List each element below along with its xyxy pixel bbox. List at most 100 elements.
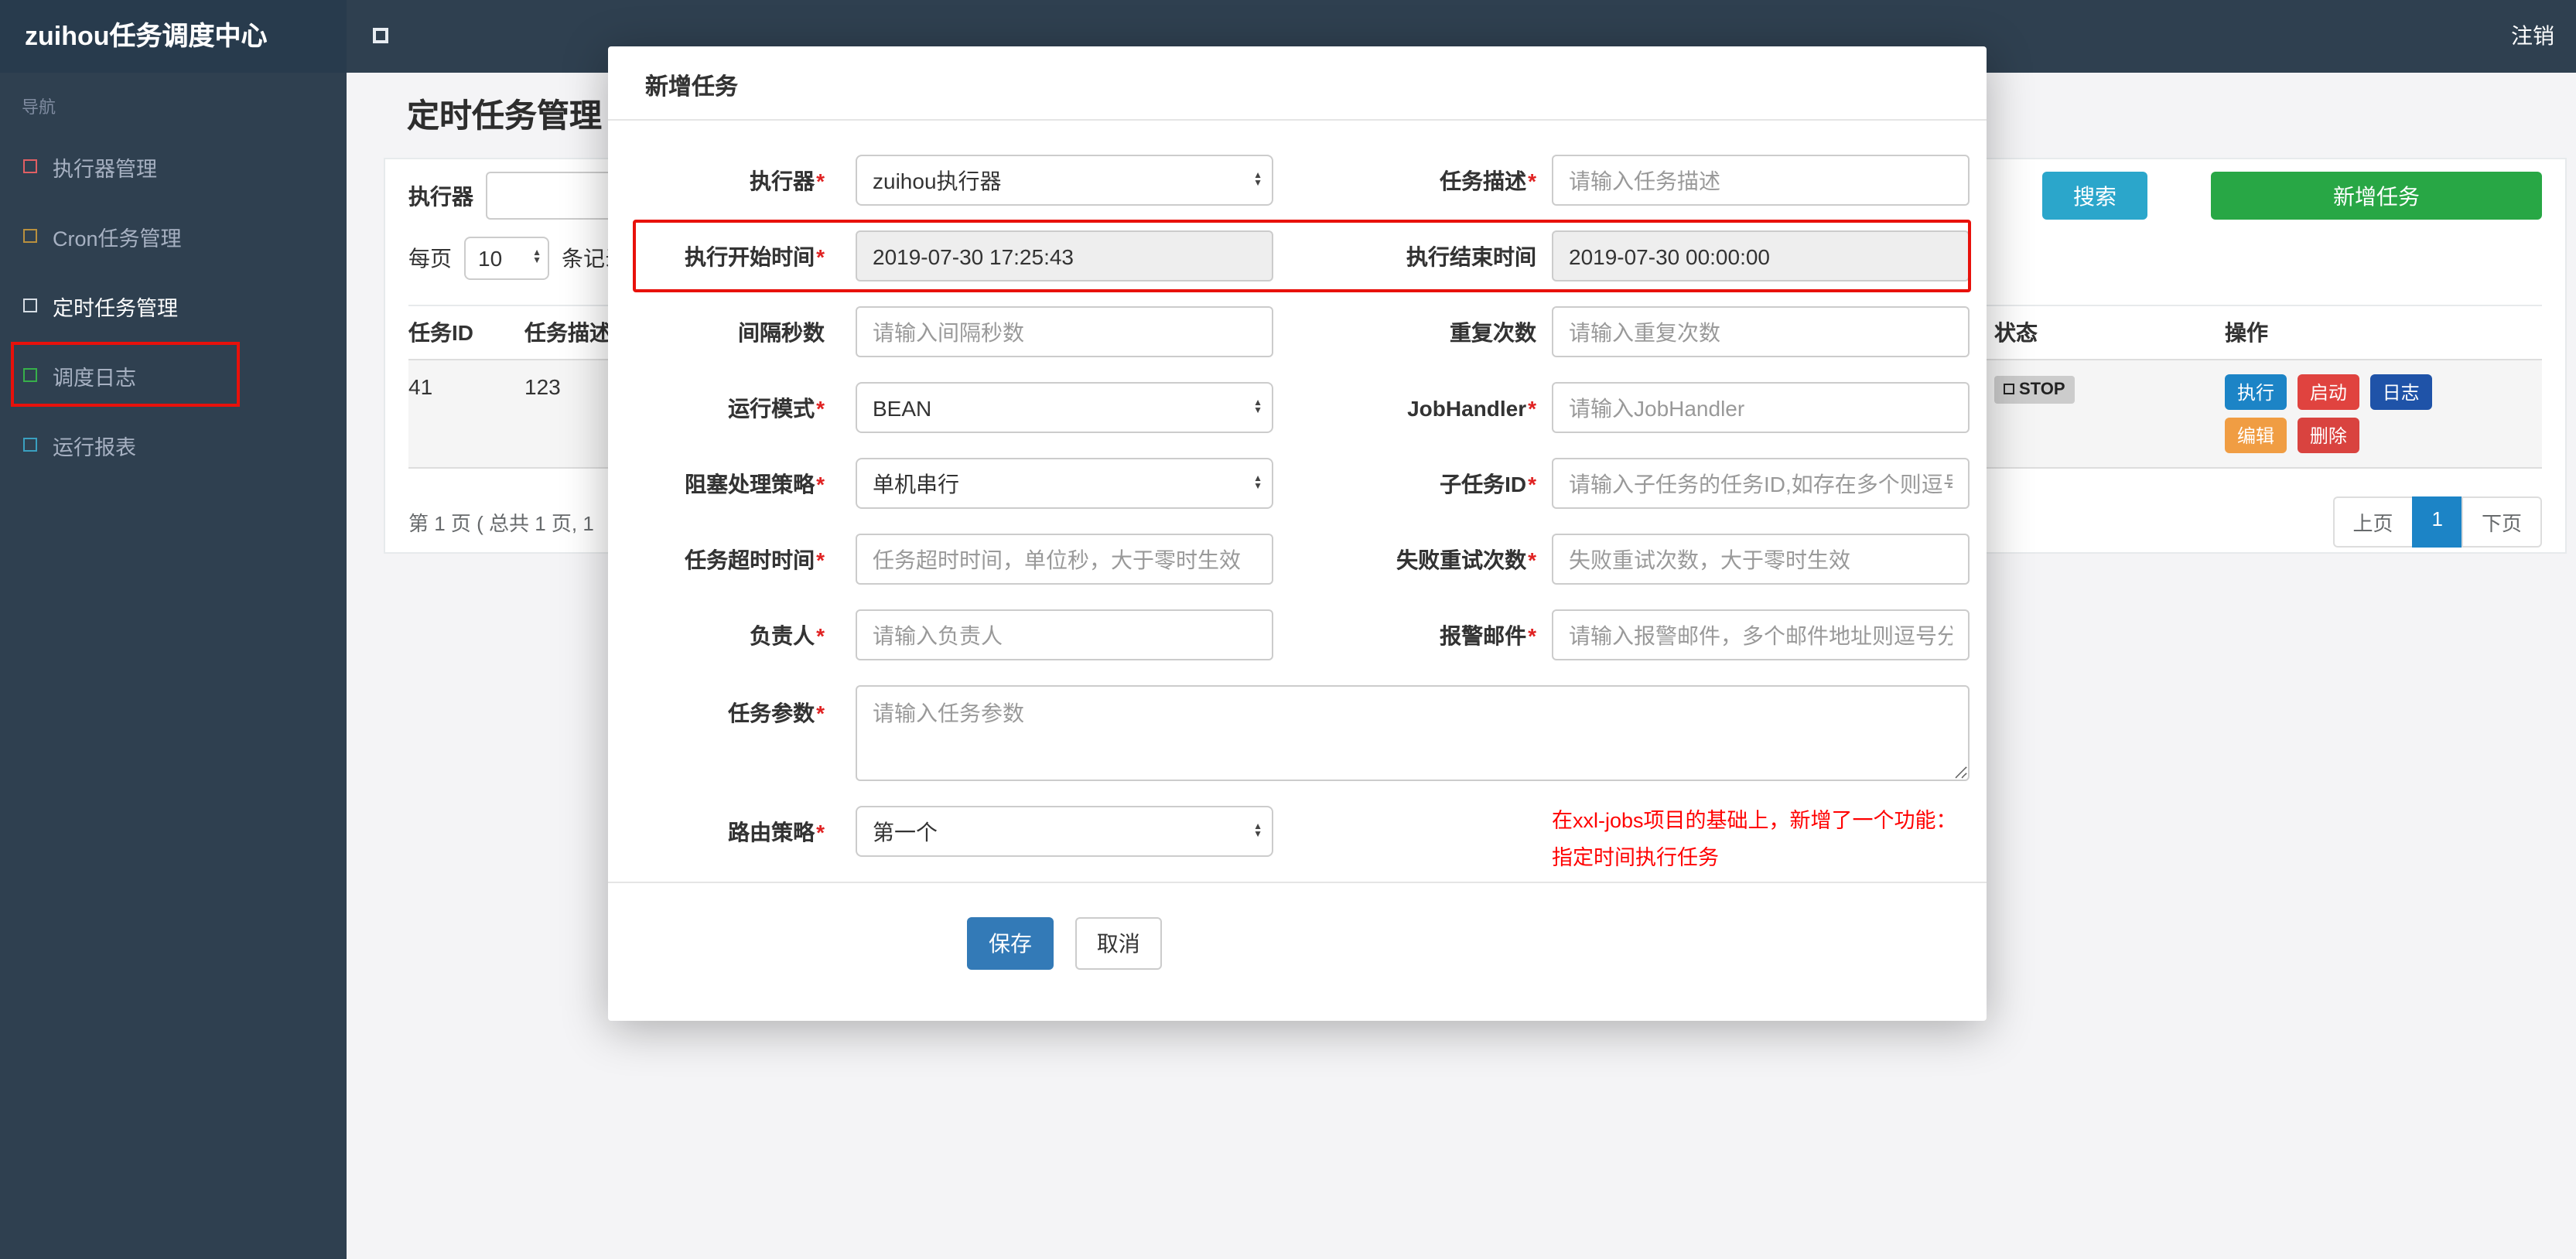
required-asterisk: * — [816, 547, 825, 571]
next-page-button[interactable]: 下页 — [2461, 496, 2542, 548]
app-window: zuihou任务调度中心 注销 导航 执行器管理 Cron任务管理 定时任务管理… — [0, 0, 2576, 1259]
edit-button[interactable]: 编辑 — [2225, 418, 2287, 453]
jobhandler-input[interactable] — [1552, 382, 1970, 433]
required-asterisk: * — [816, 395, 825, 420]
route-strategy-label: 路由策略 * — [728, 819, 825, 844]
chevron-down-icon: ▼ — [532, 256, 542, 265]
interval-seconds-input[interactable] — [856, 306, 1273, 357]
sidebar-item-label: 调度日志 — [53, 366, 136, 389]
chevron-down-icon: ▼ — [1253, 830, 1262, 839]
header-task-id: 任务ID — [408, 305, 524, 360]
task-params-textarea[interactable] — [856, 685, 1970, 781]
exec-end-time-label: 执行结束时间 — [1406, 244, 1536, 268]
sidebar-item-run-report[interactable]: 运行报表 — [0, 410, 347, 479]
jobhandler-label: JobHandler * — [1407, 395, 1536, 420]
required-asterisk: * — [1528, 623, 1536, 647]
select-arrows-icon: ▲ ▼ — [532, 248, 542, 265]
sidebar-item-label: Cron任务管理 — [53, 227, 182, 250]
form-row-interval-repeat: 间隔秒数 重复次数 — [608, 306, 1987, 357]
save-button[interactable]: 保存 — [967, 917, 1054, 970]
task-timeout-input[interactable] — [856, 534, 1273, 585]
exec-start-time-input[interactable] — [856, 230, 1273, 281]
pagination: 上页 1 下页 — [2332, 496, 2542, 548]
square-icon — [23, 159, 37, 173]
chevron-down-icon: ▼ — [1253, 482, 1262, 491]
required-asterisk: * — [1528, 547, 1536, 571]
sidebar-item-scheduled-task-management[interactable]: 定时任务管理 — [0, 271, 347, 340]
select-arrows-icon: ▲ ▼ — [1253, 822, 1262, 839]
run-button[interactable]: 执行 — [2225, 374, 2287, 410]
required-asterisk: * — [816, 623, 825, 647]
chevron-down-icon: ▼ — [1253, 179, 1262, 188]
required-asterisk: * — [1528, 395, 1536, 420]
per-page-select[interactable]: 10 ▲ ▼ — [464, 236, 549, 279]
retry-count-label: 失败重试次数 * — [1396, 547, 1536, 571]
executor-select[interactable]: zuihou执行器 ▲ ▼ — [856, 155, 1273, 206]
task-desc-label: 任务描述 * — [1440, 168, 1536, 193]
select-arrows-icon: ▲ ▼ — [1253, 398, 1262, 415]
pagination-summary: 第 1 页 ( 总共 1 页, 1 — [408, 512, 594, 535]
prev-page-button[interactable]: 上页 — [2332, 496, 2414, 548]
alarm-email-label: 报警邮件 * — [1440, 623, 1536, 647]
search-button[interactable]: 搜索 — [2042, 172, 2147, 220]
sidebar-item-executor-management[interactable]: 执行器管理 — [0, 131, 347, 201]
required-asterisk: * — [816, 244, 825, 268]
sidebar-item-label: 定时任务管理 — [53, 296, 178, 319]
sidebar-item-cron-task-management[interactable]: Cron任务管理 — [0, 201, 347, 271]
start-button[interactable]: 启动 — [2297, 374, 2359, 410]
required-asterisk: * — [1528, 471, 1536, 496]
status-badge-label: STOP — [2019, 380, 2065, 398]
form-row-block-childid: 阻塞处理策略 * 单机串行 ▲ ▼ 子任务ID * — [608, 458, 1987, 509]
form-row-timeout-retry: 任务超时时间* 失败重试次数* — [608, 534, 1987, 585]
sidebar-item-dispatch-log[interactable]: 调度日志 — [0, 340, 347, 410]
feature-note-line2: 指定时间执行任务 — [1552, 846, 1719, 869]
select-arrows-icon: ▲ ▼ — [1253, 474, 1262, 491]
required-asterisk: * — [1528, 168, 1536, 193]
owner-input[interactable] — [856, 609, 1273, 660]
cancel-button[interactable]: 取消 — [1074, 917, 1162, 970]
exec-end-time-input[interactable] — [1552, 230, 1970, 281]
executor-filter-label: 执行器 — [408, 183, 473, 208]
block-strategy-select[interactable]: 单机串行 ▲ ▼ — [856, 458, 1273, 509]
page-number-1[interactable]: 1 — [2411, 496, 2463, 548]
square-icon — [23, 368, 37, 382]
chevron-down-icon: ▼ — [1253, 406, 1262, 415]
child-task-id-input[interactable] — [1552, 458, 1970, 509]
per-page-value: 10 — [478, 245, 503, 270]
required-asterisk: * — [816, 471, 825, 496]
task-desc-input[interactable] — [1552, 155, 1970, 206]
repeat-count-input[interactable] — [1552, 306, 1970, 357]
operations-line1: 执行 启动 日志 — [2225, 374, 2530, 410]
logout-link[interactable]: 注销 — [2511, 0, 2554, 73]
square-icon — [23, 438, 37, 452]
cell-task-id: 41 — [408, 360, 524, 469]
add-task-button[interactable]: 新增任务 — [2211, 172, 2542, 220]
interval-seconds-label: 间隔秒数 — [738, 319, 825, 344]
log-button[interactable]: 日志 — [2369, 374, 2432, 410]
form-row-runmode-jobhandler: 运行模式 * BEAN ▲ ▼ JobHandler * — [608, 382, 1987, 433]
sidebar-section-label: 导航 — [22, 99, 56, 118]
header-status: 状态 — [1994, 305, 2225, 360]
operations-line2: 编辑 删除 — [2225, 418, 2530, 453]
form-row-task-params: 任务参数 * — [608, 685, 1987, 781]
select-arrows-icon: ▲ ▼ — [1253, 171, 1262, 188]
executor-label: 执行器 * — [750, 168, 825, 193]
sidebar-toggle-icon[interactable] — [373, 28, 388, 43]
child-task-id-label: 子任务ID * — [1440, 471, 1536, 496]
alarm-email-input[interactable] — [1552, 609, 1970, 660]
route-strategy-select[interactable]: 第一个 ▲ ▼ — [856, 806, 1273, 857]
feature-note: 在xxl-jobs项目的基础上，新增了一个功能： 指定时间执行任务 — [1552, 803, 1987, 877]
modal-footer: 保存 取消 — [608, 883, 1987, 970]
delete-button[interactable]: 删除 — [2297, 418, 2359, 453]
run-mode-select[interactable]: BEAN ▲ ▼ — [856, 382, 1273, 433]
square-icon — [23, 229, 37, 243]
modal-title: 新增任务 — [608, 46, 1987, 121]
retry-count-input[interactable] — [1552, 534, 1970, 585]
required-asterisk: * — [816, 701, 825, 725]
stop-square-icon — [2004, 384, 2014, 394]
feature-note-line1: 在xxl-jobs项目的基础上，新增了一个功能： — [1552, 809, 1957, 832]
status-badge: STOP — [1994, 375, 2075, 403]
sidebar: 导航 执行器管理 Cron任务管理 定时任务管理 调度日志 运行报表 — [0, 73, 347, 1259]
exec-start-time-label: 执行开始时间 * — [685, 244, 825, 268]
square-icon — [23, 299, 37, 312]
